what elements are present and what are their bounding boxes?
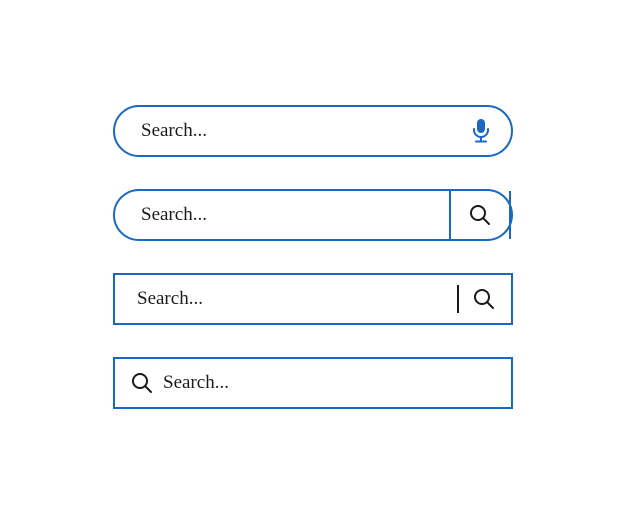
search-placeholder: Search... bbox=[141, 204, 207, 226]
magnifier-icon bbox=[473, 288, 495, 310]
search-bar-pill-mic[interactable]: Search... bbox=[113, 105, 513, 157]
search-button[interactable] bbox=[457, 285, 511, 314]
search-bar-rect-leading-icon[interactable]: Search... bbox=[113, 357, 513, 409]
microphone-icon[interactable] bbox=[471, 118, 491, 144]
magnifier-icon bbox=[469, 204, 491, 226]
search-bar-pill-magnifier[interactable]: Search... bbox=[113, 189, 513, 241]
search-button[interactable] bbox=[449, 191, 511, 239]
search-placeholder: Search... bbox=[163, 372, 229, 394]
search-placeholder: Search... bbox=[137, 288, 203, 310]
search-bar-rect-magnifier[interactable]: Search... bbox=[113, 273, 513, 325]
magnifier-icon bbox=[131, 372, 153, 394]
search-placeholder: Search... bbox=[141, 120, 207, 142]
